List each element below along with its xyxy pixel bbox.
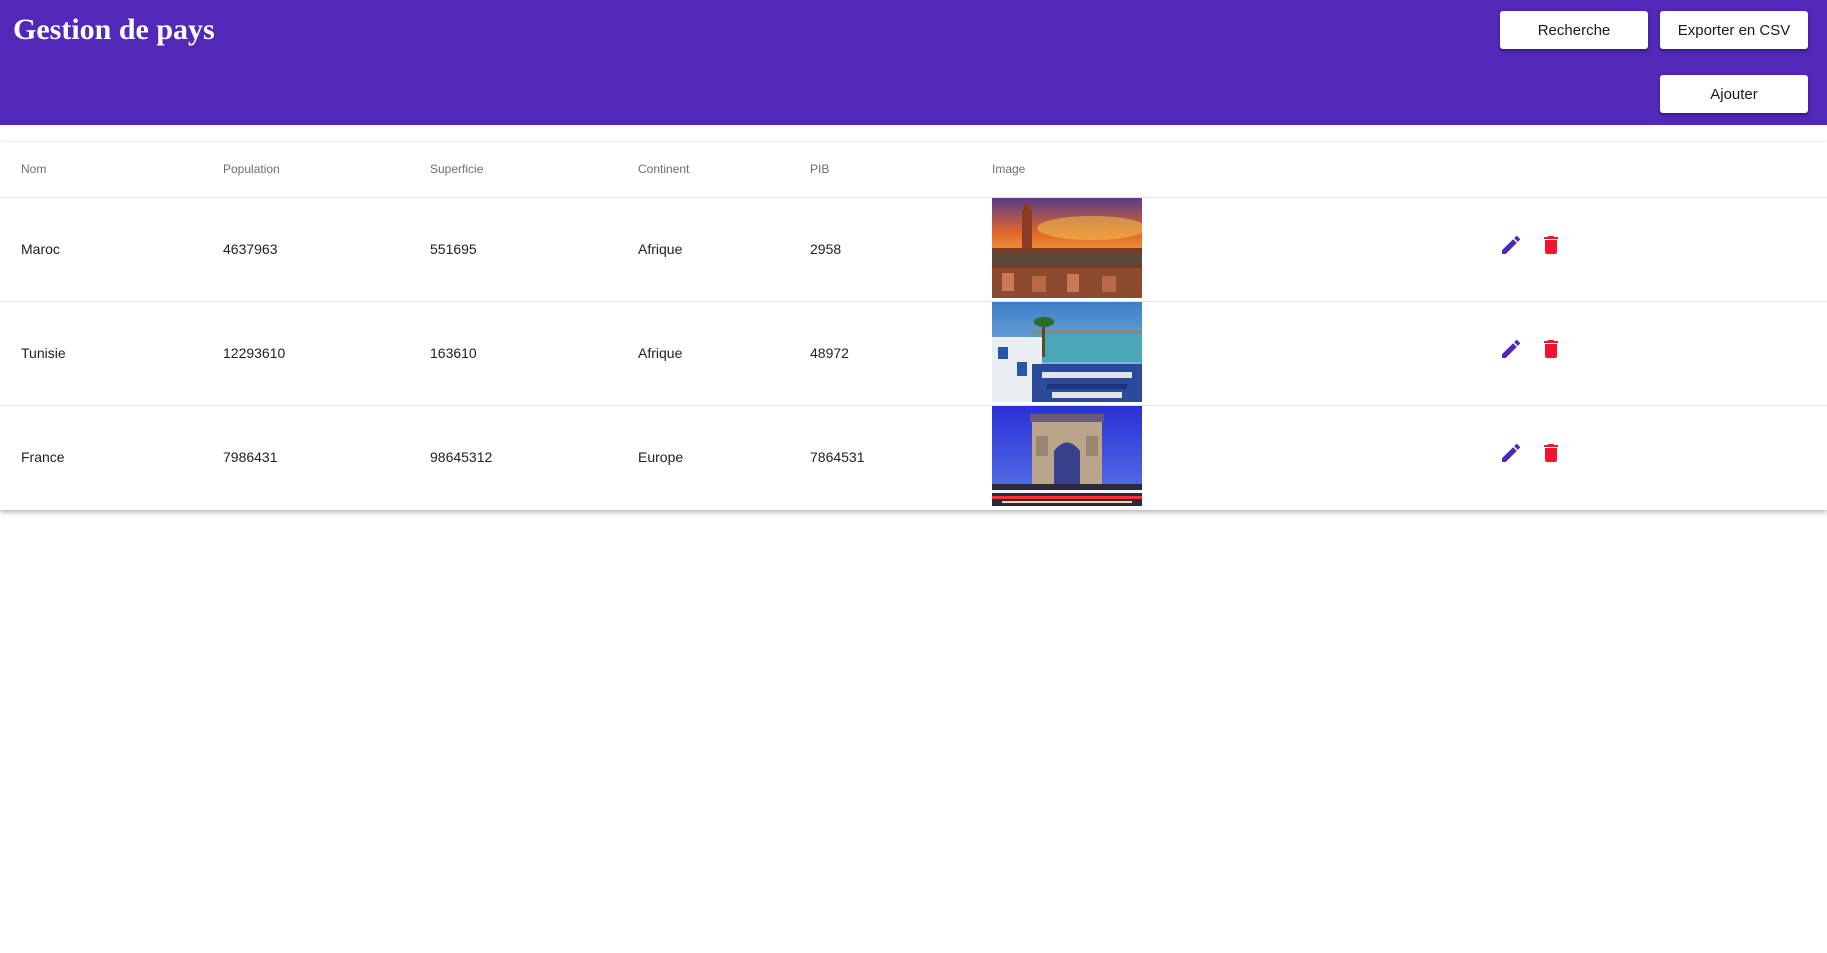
add-country-button[interactable]: Ajouter <box>1660 75 1808 113</box>
page-title: Gestion de pays <box>13 13 215 46</box>
cell-population: 12293610 <box>223 345 286 361</box>
cell-nom: Maroc <box>21 241 60 257</box>
cell-population: 7986431 <box>223 449 278 465</box>
pencil-icon <box>1502 235 1521 254</box>
app-header: Gestion de pays Recherche Exporter en CS… <box>0 0 1827 125</box>
column-header-image[interactable]: Image <box>992 162 1025 176</box>
table-row: Tunisie 12293610 163610 Afrique 48972 <box>0 302 1827 406</box>
pencil-icon <box>1502 339 1521 358</box>
search-button[interactable]: Recherche <box>1500 11 1648 49</box>
edit-button[interactable] <box>1496 334 1526 364</box>
trash-icon <box>1544 236 1558 254</box>
cell-pib: 2958 <box>810 241 842 257</box>
edit-button[interactable] <box>1496 438 1526 468</box>
cell-continent: Europe <box>638 449 684 465</box>
column-header-superficie[interactable]: Superficie <box>430 162 483 176</box>
column-header-continent[interactable]: Continent <box>638 162 689 176</box>
cell-continent: Afrique <box>638 345 683 361</box>
cell-superficie: 163610 <box>430 345 477 361</box>
cell-nom: Tunisie <box>21 345 66 361</box>
cell-nom: France <box>21 449 65 465</box>
cell-continent: Afrique <box>638 241 683 257</box>
pencil-icon <box>1502 443 1521 462</box>
delete-button[interactable] <box>1536 230 1566 260</box>
export-csv-button[interactable]: Exporter en CSV <box>1660 11 1808 49</box>
edit-button[interactable] <box>1496 230 1526 260</box>
cell-pib: 7864531 <box>810 449 865 465</box>
column-header-pib[interactable]: PIB <box>810 162 829 176</box>
delete-button[interactable] <box>1536 438 1566 468</box>
delete-button[interactable] <box>1536 334 1566 364</box>
trash-icon <box>1544 444 1558 462</box>
country-image-maroc <box>992 198 1142 298</box>
table-row: France 7986431 98645312 Europe 7864531 <box>0 406 1827 509</box>
trash-icon <box>1544 340 1558 358</box>
cell-superficie: 551695 <box>430 241 477 257</box>
column-header-population[interactable]: Population <box>223 162 280 176</box>
table-header-row: Nom Population Superficie Continent PIB … <box>0 142 1827 198</box>
cell-superficie: 98645312 <box>430 449 493 465</box>
cell-population: 4637963 <box>223 241 278 257</box>
country-image-france <box>992 406 1142 506</box>
cell-pib: 48972 <box>810 345 849 361</box>
country-image-tunisie <box>992 302 1142 402</box>
countries-table: Nom Population Superficie Continent PIB … <box>0 142 1827 510</box>
table-row: Maroc 4637963 551695 Afrique 2958 <box>0 198 1827 302</box>
column-header-nom[interactable]: Nom <box>21 162 46 176</box>
